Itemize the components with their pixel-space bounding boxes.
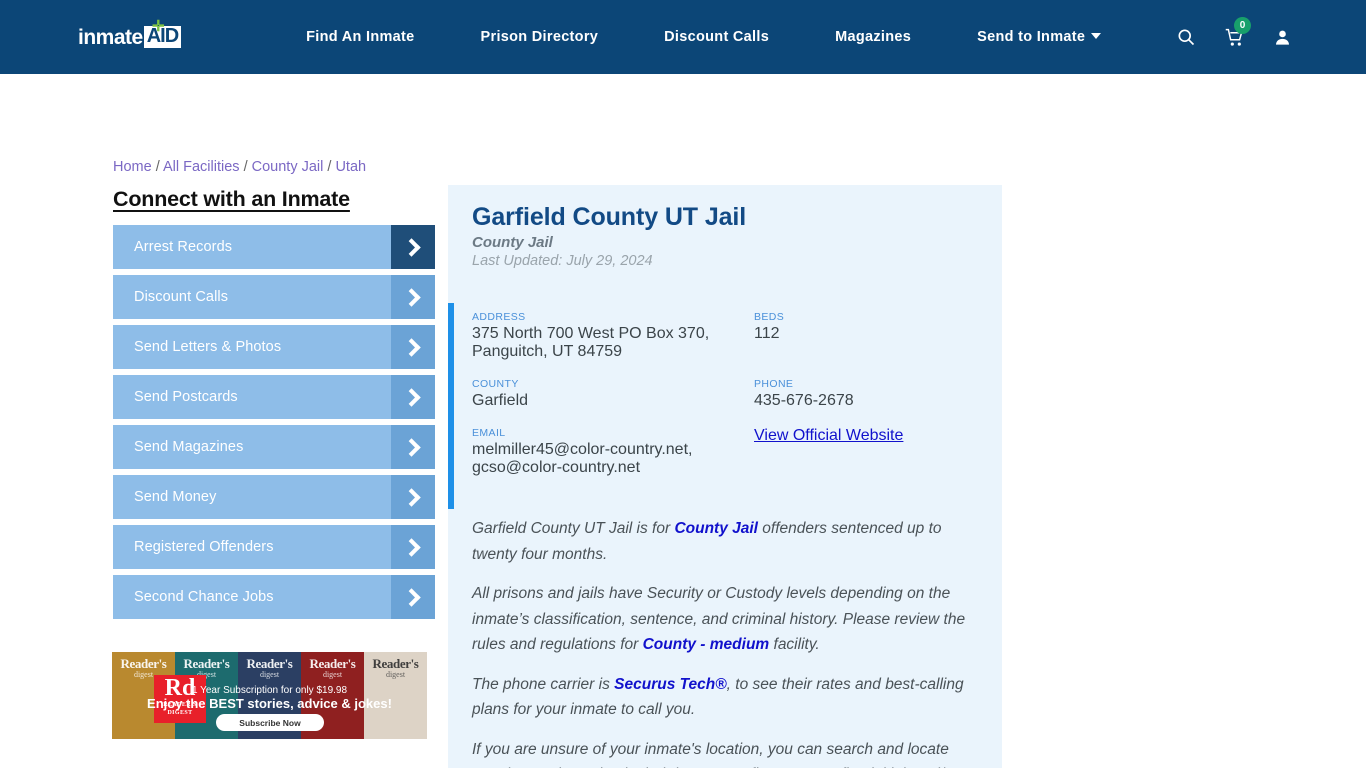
sidebar-item-send-money[interactable]: Send Money: [113, 475, 435, 519]
chevron-right-icon: [391, 325, 435, 369]
p3-text-a: The phone carrier is: [472, 675, 615, 693]
county-field: COUNTY Garfield: [472, 378, 754, 427]
official-website-cell: View Official Website: [754, 427, 978, 494]
nav-item-send-to-inmate[interactable]: Send to Inmate: [944, 29, 1111, 45]
nav-item-send-to-inmate-label: Send to Inmate: [977, 29, 1086, 45]
page-title: Garfield County UT Jail: [472, 203, 747, 231]
plus-cross-icon: ✛: [152, 18, 165, 35]
ad-headline-1: 1 Year Subscription for only $19.98: [191, 685, 348, 696]
chevron-right-icon: [391, 225, 435, 269]
site-header: inmate AID ✛ Find An Inmate Prison Direc…: [0, 0, 1366, 74]
sidebar-item-label: Send Money: [134, 489, 217, 505]
ad-cover-sub: digest: [385, 670, 406, 679]
user-icon[interactable]: [1258, 28, 1306, 47]
chevron-right-icon: [391, 575, 435, 619]
sidebar-item-send-magazines[interactable]: Send Magazines: [113, 425, 435, 469]
beds-label: BEDS: [754, 311, 785, 323]
page-body: Home / All Facilities / County Jail / Ut…: [0, 74, 1366, 768]
chevron-right-icon: [391, 475, 435, 519]
breadcrumb-item-all-facilities[interactable]: All Facilities: [163, 159, 240, 175]
chevron-down-icon: [1091, 33, 1102, 39]
beds-value: 112: [754, 325, 780, 342]
breadcrumb-separator: /: [155, 159, 160, 175]
sidebar-item-send-postcards[interactable]: Send Postcards: [113, 375, 435, 419]
beds-field: BEDS 112: [754, 311, 978, 378]
sidebar-item-registered-offenders[interactable]: Registered Offenders: [113, 525, 435, 569]
paragraph-1: Garfield County UT Jail is for County Ja…: [472, 516, 978, 567]
p1-text-a: Garfield County UT Jail is for: [472, 520, 675, 537]
facility-info-block: ADDRESS 375 North 700 West PO Box 370, P…: [448, 299, 1002, 509]
sidebar-item-arrest-records[interactable]: Arrest Records: [113, 225, 435, 269]
phone-field: PHONE 435-676-2678: [754, 378, 978, 427]
breadcrumb-separator: /: [243, 159, 248, 175]
accent-bar: [448, 303, 454, 509]
p4-text-a: If you are unsure of your inmate's locat…: [472, 740, 958, 768]
sidebar-item-send-letters-photos[interactable]: Send Letters & Photos: [113, 325, 435, 369]
nav-item-prison-directory[interactable]: Prison Directory: [448, 29, 632, 45]
cart-icon[interactable]: 0: [1210, 16, 1258, 48]
email-field: EMAIL melmiller45@color-country.net, gcs…: [472, 427, 754, 494]
county-jail-link[interactable]: County Jail: [674, 520, 758, 537]
view-official-website-link[interactable]: View Official Website: [754, 427, 903, 444]
sidebar-item-label: Send Postcards: [134, 389, 238, 405]
email-value: melmiller45@color-country.net, gcso@colo…: [472, 441, 693, 476]
sidebar-item-label: Arrest Records: [134, 239, 233, 255]
p2-text-b: facility.: [769, 636, 820, 653]
address-value: 375 North 700 West PO Box 370, Panguitch…: [472, 325, 710, 360]
ad-cover-sub: digest: [322, 670, 343, 679]
address-label: ADDRESS: [472, 311, 526, 323]
chevron-right-icon: [391, 275, 435, 319]
sidebar-item-second-chance-jobs[interactable]: Second Chance Jobs: [113, 575, 435, 619]
sidebar-heading: Connect with an Inmate: [113, 187, 350, 211]
breadcrumb-separator: /: [327, 159, 332, 175]
cart-count-badge: 0: [1234, 16, 1251, 34]
sidebar-item-label: Send Letters & Photos: [134, 339, 282, 355]
breadcrumb-item-home[interactable]: Home: [113, 159, 152, 175]
phone-label: PHONE: [754, 378, 794, 390]
nav-item-find-an-inmate[interactable]: Find An Inmate: [273, 29, 447, 45]
site-logo[interactable]: inmate AID ✛: [78, 18, 182, 52]
chevron-right-icon: [391, 525, 435, 569]
securus-tech-link[interactable]: Securus Tech®: [614, 676, 727, 693]
sidebar-item-label: Send Magazines: [134, 439, 244, 455]
primary-nav: Find An Inmate Prison Directory Discount…: [273, 29, 1111, 45]
county-value: Garfield: [472, 392, 529, 409]
chevron-right-icon: [391, 375, 435, 419]
facility-panel: Garfield County UT Jail County Jail Last…: [448, 185, 1002, 768]
ad-cover-sub: digest: [259, 670, 280, 679]
chevron-right-icon: [391, 425, 435, 469]
paragraph-3: The phone carrier is Securus Tech®, to s…: [472, 672, 978, 723]
address-field: ADDRESS 375 North 700 West PO Box 370, P…: [472, 311, 754, 378]
nav-item-magazines[interactable]: Magazines: [802, 29, 944, 45]
advertisement-banner[interactable]: Reader's digest Reader's digest Reader's…: [112, 652, 427, 739]
email-label: EMAIL: [472, 427, 506, 439]
county-label: COUNTY: [472, 378, 519, 390]
logo-wordmark: inmate: [78, 25, 143, 49]
facility-info-grid: ADDRESS 375 North 700 West PO Box 370, P…: [472, 311, 978, 494]
county-medium-link[interactable]: County - medium: [643, 636, 770, 653]
paragraph-2: All prisons and jails have Security or C…: [472, 581, 978, 658]
sidebar-item-label: Second Chance Jobs: [134, 589, 274, 605]
header-icon-group: 0: [1162, 16, 1306, 48]
search-icon[interactable]: [1162, 27, 1210, 47]
nav-item-discount-calls[interactable]: Discount Calls: [631, 29, 802, 45]
paragraph-4: If you are unsure of your inmate's locat…: [472, 737, 978, 768]
sidebar-item-label: Registered Offenders: [134, 539, 274, 555]
ad-headline-2: Enjoy the BEST stories, advice & jokes!: [147, 696, 392, 711]
facility-type: County Jail: [472, 234, 553, 251]
sidebar: Connect with an Inmate Arrest Records Di…: [113, 187, 435, 625]
phone-value: 435-676-2678: [754, 392, 854, 409]
last-updated: Last Updated: July 29, 2024: [472, 253, 653, 269]
sidebar-item-discount-calls[interactable]: Discount Calls: [113, 275, 435, 319]
breadcrumb-item-county-jail[interactable]: County Jail: [252, 159, 324, 175]
sidebar-item-label: Discount Calls: [134, 289, 229, 305]
breadcrumb: Home / All Facilities / County Jail / Ut…: [113, 159, 366, 175]
breadcrumb-item-utah[interactable]: Utah: [335, 159, 366, 175]
facility-description: Garfield County UT Jail is for County Ja…: [448, 508, 1002, 768]
subscribe-now-button[interactable]: Subscribe Now: [216, 714, 324, 731]
